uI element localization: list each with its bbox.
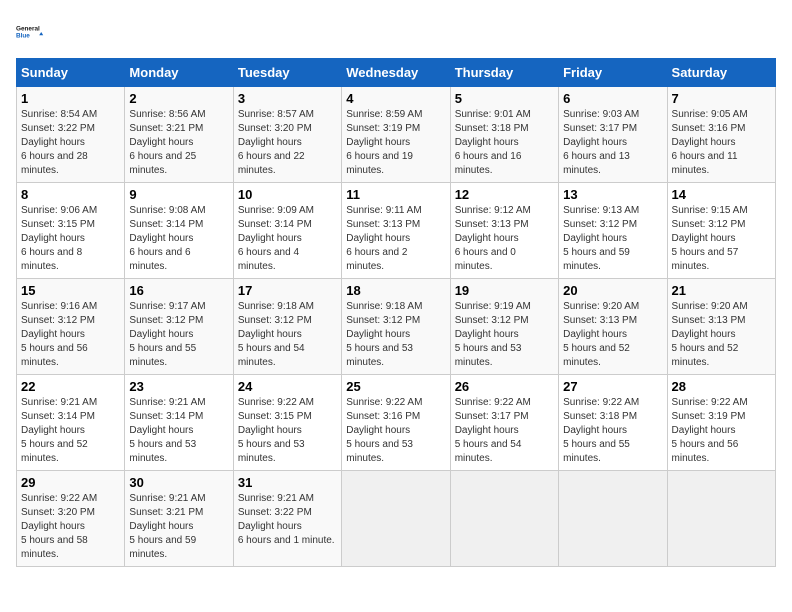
page-header: GeneralBlue: [16, 16, 776, 48]
calendar-day-17: 17Sunrise: 9:18 AMSunset: 3:12 PMDayligh…: [233, 279, 341, 375]
calendar-day-13: 13Sunrise: 9:13 AMSunset: 3:12 PMDayligh…: [559, 183, 667, 279]
calendar-day-1: 1Sunrise: 8:54 AMSunset: 3:22 PMDaylight…: [17, 87, 125, 183]
calendar-week-0: 1Sunrise: 8:54 AMSunset: 3:22 PMDaylight…: [17, 87, 776, 183]
calendar-week-3: 22Sunrise: 9:21 AMSunset: 3:14 PMDayligh…: [17, 375, 776, 471]
col-header-saturday: Saturday: [667, 59, 775, 87]
calendar-day-2: 2Sunrise: 8:56 AMSunset: 3:21 PMDaylight…: [125, 87, 233, 183]
calendar-day-26: 26Sunrise: 9:22 AMSunset: 3:17 PMDayligh…: [450, 375, 558, 471]
calendar-day-16: 16Sunrise: 9:17 AMSunset: 3:12 PMDayligh…: [125, 279, 233, 375]
col-header-sunday: Sunday: [17, 59, 125, 87]
calendar-day-8: 8Sunrise: 9:06 AMSunset: 3:15 PMDaylight…: [17, 183, 125, 279]
calendar-day-22: 22Sunrise: 9:21 AMSunset: 3:14 PMDayligh…: [17, 375, 125, 471]
calendar-day-18: 18Sunrise: 9:18 AMSunset: 3:12 PMDayligh…: [342, 279, 450, 375]
logo-icon: GeneralBlue: [16, 16, 48, 48]
calendar-day-empty: [342, 471, 450, 567]
calendar-day-4: 4Sunrise: 8:59 AMSunset: 3:19 PMDaylight…: [342, 87, 450, 183]
calendar-day-empty: [559, 471, 667, 567]
calendar-day-28: 28Sunrise: 9:22 AMSunset: 3:19 PMDayligh…: [667, 375, 775, 471]
calendar-day-24: 24Sunrise: 9:22 AMSunset: 3:15 PMDayligh…: [233, 375, 341, 471]
calendar-day-14: 14Sunrise: 9:15 AMSunset: 3:12 PMDayligh…: [667, 183, 775, 279]
svg-text:General: General: [16, 25, 40, 32]
calendar-week-1: 8Sunrise: 9:06 AMSunset: 3:15 PMDaylight…: [17, 183, 776, 279]
col-header-wednesday: Wednesday: [342, 59, 450, 87]
calendar-day-30: 30Sunrise: 9:21 AMSunset: 3:21 PMDayligh…: [125, 471, 233, 567]
logo: GeneralBlue: [16, 16, 48, 48]
calendar-day-19: 19Sunrise: 9:19 AMSunset: 3:12 PMDayligh…: [450, 279, 558, 375]
calendar-day-9: 9Sunrise: 9:08 AMSunset: 3:14 PMDaylight…: [125, 183, 233, 279]
calendar-day-15: 15Sunrise: 9:16 AMSunset: 3:12 PMDayligh…: [17, 279, 125, 375]
calendar-day-empty: [667, 471, 775, 567]
calendar-week-2: 15Sunrise: 9:16 AMSunset: 3:12 PMDayligh…: [17, 279, 776, 375]
calendar-day-10: 10Sunrise: 9:09 AMSunset: 3:14 PMDayligh…: [233, 183, 341, 279]
calendar-day-21: 21Sunrise: 9:20 AMSunset: 3:13 PMDayligh…: [667, 279, 775, 375]
calendar-day-25: 25Sunrise: 9:22 AMSunset: 3:16 PMDayligh…: [342, 375, 450, 471]
calendar-day-29: 29Sunrise: 9:22 AMSunset: 3:20 PMDayligh…: [17, 471, 125, 567]
calendar-day-12: 12Sunrise: 9:12 AMSunset: 3:13 PMDayligh…: [450, 183, 558, 279]
calendar-table: SundayMondayTuesdayWednesdayThursdayFrid…: [16, 58, 776, 567]
calendar-body: 1Sunrise: 8:54 AMSunset: 3:22 PMDaylight…: [17, 87, 776, 567]
calendar-day-6: 6Sunrise: 9:03 AMSunset: 3:17 PMDaylight…: [559, 87, 667, 183]
calendar-day-11: 11Sunrise: 9:11 AMSunset: 3:13 PMDayligh…: [342, 183, 450, 279]
svg-text:Blue: Blue: [16, 33, 30, 40]
calendar-day-7: 7Sunrise: 9:05 AMSunset: 3:16 PMDaylight…: [667, 87, 775, 183]
col-header-monday: Monday: [125, 59, 233, 87]
calendar-day-23: 23Sunrise: 9:21 AMSunset: 3:14 PMDayligh…: [125, 375, 233, 471]
calendar-day-31: 31Sunrise: 9:21 AMSunset: 3:22 PMDayligh…: [233, 471, 341, 567]
calendar-day-27: 27Sunrise: 9:22 AMSunset: 3:18 PMDayligh…: [559, 375, 667, 471]
calendar-week-4: 29Sunrise: 9:22 AMSunset: 3:20 PMDayligh…: [17, 471, 776, 567]
calendar-day-3: 3Sunrise: 8:57 AMSunset: 3:20 PMDaylight…: [233, 87, 341, 183]
col-header-tuesday: Tuesday: [233, 59, 341, 87]
col-header-friday: Friday: [559, 59, 667, 87]
calendar-day-20: 20Sunrise: 9:20 AMSunset: 3:13 PMDayligh…: [559, 279, 667, 375]
col-header-thursday: Thursday: [450, 59, 558, 87]
calendar-day-5: 5Sunrise: 9:01 AMSunset: 3:18 PMDaylight…: [450, 87, 558, 183]
calendar-header-row: SundayMondayTuesdayWednesdayThursdayFrid…: [17, 59, 776, 87]
calendar-day-empty: [450, 471, 558, 567]
